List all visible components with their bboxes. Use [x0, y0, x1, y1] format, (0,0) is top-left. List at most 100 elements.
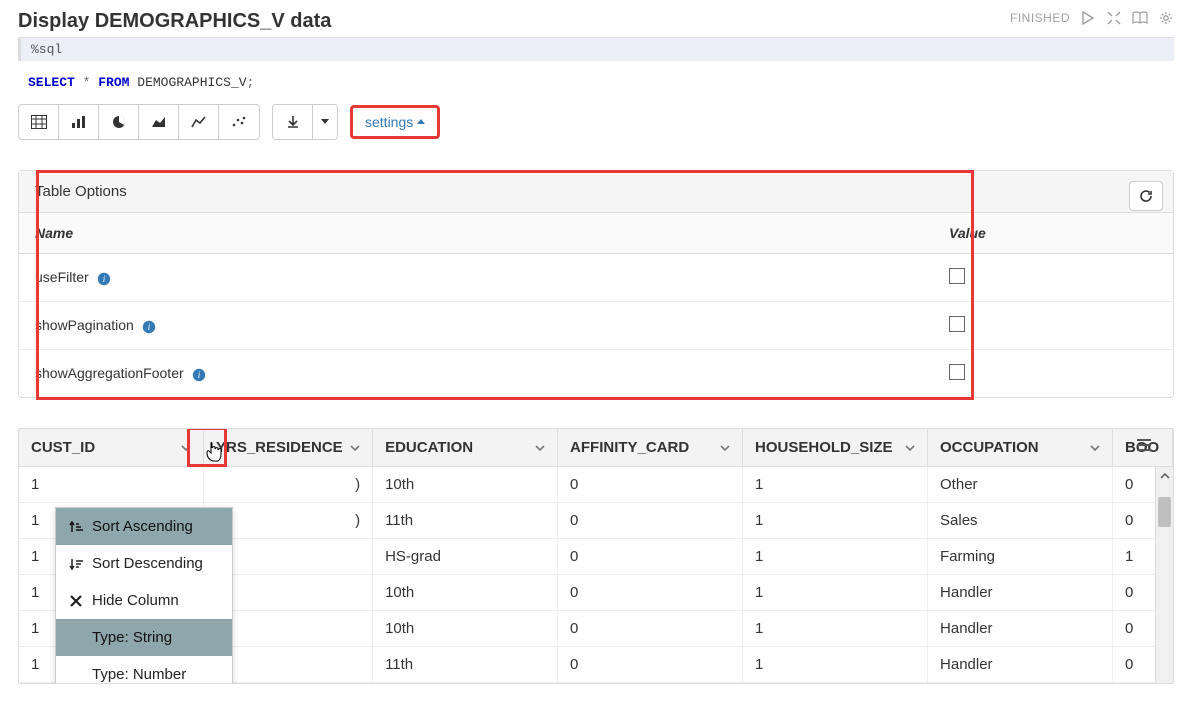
menu-type-string[interactable]: Type: String — [56, 619, 232, 656]
column-label: OCCUPATION — [940, 439, 1039, 456]
info-icon[interactable]: i — [142, 320, 156, 334]
chevron-down-icon[interactable] — [720, 444, 730, 452]
cell: 1 — [743, 503, 928, 538]
column-label: CUST_ID — [31, 439, 95, 456]
cell: 0 — [558, 647, 743, 682]
panel-title: Table Options — [19, 171, 1173, 212]
info-icon[interactable]: i — [192, 368, 206, 382]
menu-sort-descending[interactable]: Sort Descending — [56, 545, 232, 582]
menu-label: Type: Number — [92, 666, 186, 683]
chevron-down-icon[interactable] — [181, 444, 191, 452]
option-row: showAggregationFooter i — [19, 350, 1173, 398]
bar-chart-button[interactable] — [59, 105, 99, 139]
scroll-thumb[interactable] — [1158, 497, 1171, 527]
column-label: AFFINITY_CARD — [570, 439, 689, 456]
kw-from: FROM — [98, 75, 129, 90]
options-table: Name Value useFilter i showPagination i — [19, 212, 1173, 397]
chevron-down-icon[interactable] — [350, 444, 360, 452]
code-magic-line: %sql — [18, 38, 1174, 61]
cell: 0 — [558, 467, 743, 502]
refresh-button[interactable] — [1129, 181, 1163, 211]
column-header-household-size[interactable]: HOUSEHOLD_SIZE — [743, 429, 928, 466]
table-row: 1 ) 10th 0 1 Other 0 — [19, 467, 1173, 503]
menu-label: Type: String — [92, 629, 172, 646]
viz-toolbar: settings — [18, 104, 1174, 140]
options-value-header: Value — [933, 213, 1173, 254]
cell: Farming — [928, 539, 1113, 574]
menu-label: Sort Ascending — [92, 518, 193, 535]
download-dropdown-button[interactable] — [313, 105, 337, 139]
collapse-icon[interactable] — [1106, 10, 1122, 26]
cell: 1 — [743, 467, 928, 502]
menu-type-number[interactable]: Type: Number — [56, 656, 232, 684]
area-chart-button[interactable] — [139, 105, 179, 139]
column-label: YRS_RESIDENCE — [216, 439, 343, 456]
header-actions: FINISHED — [1010, 10, 1174, 26]
table-options-wrap: Table Options Name Value useFilter i — [18, 170, 1174, 398]
cell: 10th — [373, 611, 558, 646]
kw-select: SELECT — [28, 75, 75, 90]
column-header-yrs-residence[interactable]: YRS_RESIDENCE — [204, 429, 373, 466]
op-semi: ; — [247, 75, 255, 90]
cell: 0 — [558, 575, 743, 610]
scroll-up-button[interactable] — [1156, 467, 1173, 485]
paragraph-title: Display DEMOGRAPHICS_V data — [18, 10, 331, 33]
download-button[interactable] — [273, 105, 313, 139]
code-block: %sql SELECT * FROM DEMOGRAPHICS_V; — [18, 37, 1174, 100]
cell: 10th — [373, 575, 558, 610]
pie-chart-button[interactable] — [99, 105, 139, 139]
option-checkbox[interactable] — [949, 268, 965, 284]
line-chart-button[interactable] — [179, 105, 219, 139]
cell: 10th — [373, 467, 558, 502]
cell: 1 — [743, 575, 928, 610]
cell: Handler — [928, 575, 1113, 610]
option-checkbox[interactable] — [949, 316, 965, 332]
sort-desc-icon — [68, 557, 84, 571]
menu-hide-column[interactable]: Hide Column — [56, 582, 232, 619]
table-view-button[interactable] — [19, 105, 59, 139]
cell: Handler — [928, 611, 1113, 646]
vertical-scrollbar[interactable] — [1155, 467, 1173, 683]
table-options-panel: Table Options Name Value useFilter i — [18, 170, 1174, 398]
ident-table: DEMOGRAPHICS_V — [137, 75, 246, 90]
column-label: HOUSEHOLD_SIZE — [755, 439, 893, 456]
column-header-education[interactable]: EDUCATION — [373, 429, 558, 466]
option-row: useFilter i — [19, 254, 1173, 302]
data-table-body: 1 ) 10th 0 1 Other 0 1 ) 11th 0 1 Sales … — [19, 467, 1173, 683]
op-star: * — [83, 75, 91, 90]
chevron-down-icon[interactable] — [905, 444, 915, 452]
column-header-occupation[interactable]: OCCUPATION — [928, 429, 1113, 466]
cell: HS-grad — [373, 539, 558, 574]
gear-icon[interactable] — [1158, 10, 1174, 26]
column-header-cust-id[interactable]: CUST_ID — [19, 429, 204, 466]
columns-menu-icon[interactable] — [1137, 439, 1151, 451]
cell: ) — [204, 467, 373, 502]
chevron-down-icon[interactable] — [1090, 444, 1100, 452]
data-table-header: CUST_ID YRS_RESIDENCE EDUCATION AFFINITY… — [19, 429, 1173, 467]
cell: 0 — [558, 503, 743, 538]
options-name-header: Name — [19, 213, 933, 254]
column-context-menu: Sort Ascending Sort Descending Hide Colu… — [55, 507, 233, 684]
settings-label: settings — [365, 114, 413, 130]
cell: 1 — [19, 467, 204, 502]
cell: 0 — [558, 539, 743, 574]
download-group — [272, 104, 338, 140]
paragraph-header: Display DEMOGRAPHICS_V data FINISHED — [18, 10, 1174, 33]
cell: 1 — [743, 611, 928, 646]
menu-sort-ascending[interactable]: Sort Ascending — [56, 508, 232, 545]
cell: Sales — [928, 503, 1113, 538]
book-icon[interactable] — [1132, 10, 1148, 26]
scatter-chart-button[interactable] — [219, 105, 259, 139]
column-label: EDUCATION — [385, 439, 473, 456]
run-icon[interactable] — [1080, 10, 1096, 26]
cell: Handler — [928, 647, 1113, 682]
chevron-down-icon[interactable] — [535, 444, 545, 452]
cell: Other — [928, 467, 1113, 502]
settings-button[interactable]: settings — [350, 105, 440, 139]
info-icon[interactable]: i — [97, 272, 111, 286]
option-label: showPagination — [35, 317, 134, 333]
cell: 1 — [743, 647, 928, 682]
option-checkbox[interactable] — [949, 364, 965, 380]
close-icon — [68, 595, 84, 607]
column-header-affinity-card[interactable]: AFFINITY_CARD — [558, 429, 743, 466]
